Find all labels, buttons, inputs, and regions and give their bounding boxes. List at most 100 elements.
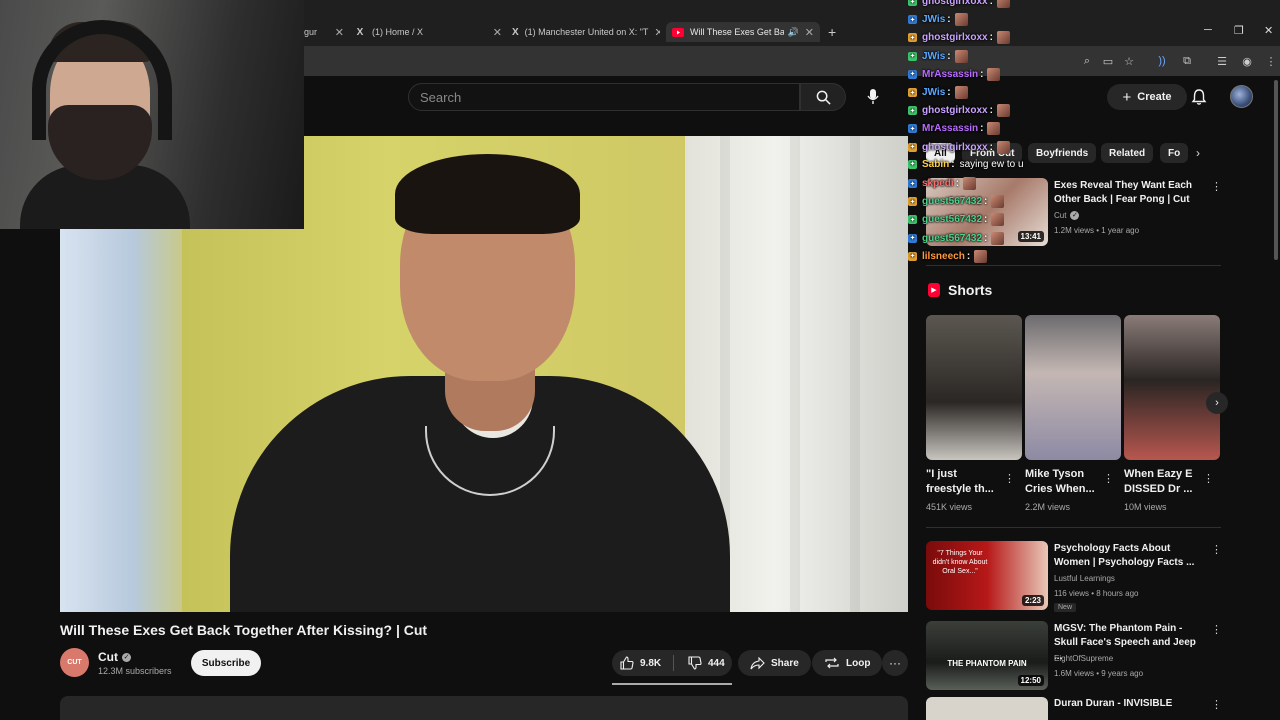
kebab-menu-icon[interactable]: ⋮: [1211, 698, 1222, 711]
chat-username: ghostgirlxoxx: [922, 141, 988, 153]
profile-icon[interactable]: ◉: [1240, 54, 1254, 68]
recommended-title[interactable]: Duran Duran - INVISIBLE: [1054, 697, 1194, 711]
account-avatar[interactable]: [1230, 85, 1253, 108]
chat-username: JWis: [922, 87, 946, 98]
channel-name[interactable]: Cut ✓: [98, 650, 131, 664]
chip-related[interactable]: Related: [1101, 143, 1154, 163]
recommended-thumbnail[interactable]: "7 Things Your didn't know About Oral Se…: [926, 541, 1048, 610]
chevron-right-icon[interactable]: ›: [1196, 146, 1200, 160]
recommended-thumbnail[interactable]: [926, 697, 1048, 720]
chat-message: ✦ MrAssassin :: [908, 122, 1001, 136]
cast-icon[interactable]: ▭: [1101, 54, 1115, 68]
close-icon[interactable]: ✕: [329, 26, 344, 39]
tab-2[interactable]: X (1) Home / X ✕: [354, 22, 502, 42]
recommended-meta: 1.6M views • 9 years ago: [1054, 669, 1144, 678]
speaker-icon[interactable]: 🔊: [788, 27, 799, 38]
page-scrollbar[interactable]: [1274, 80, 1278, 260]
recommended-channel[interactable]: Lustful Learnings: [1054, 571, 1115, 586]
kebab-menu-icon[interactable]: ⋮: [1103, 472, 1114, 485]
chat-username: guest567432: [922, 232, 983, 244]
tab-3[interactable]: X (1) Manchester United on X: "T ✕: [512, 22, 660, 42]
chat-emote-icon: [954, 86, 968, 99]
kebab-menu-icon[interactable]: ⋮: [1211, 623, 1222, 636]
chat-separator: :: [989, 105, 993, 117]
chat-message: ✦ JWis :: [908, 86, 968, 99]
plus-icon: +: [1122, 88, 1132, 106]
minimize-icon[interactable]: ─: [1204, 24, 1212, 36]
chat-username: JWis: [922, 14, 946, 26]
chat-emote-icon: [954, 49, 968, 63]
subscribe-button[interactable]: Subscribe: [191, 650, 261, 676]
chat-emote-icon: [974, 249, 988, 263]
short-title[interactable]: "I just freestyle th...: [926, 467, 1001, 497]
tab-4-active[interactable]: Will These Exes Get Back To 🔊 ✕: [666, 22, 820, 42]
kebab-menu-icon[interactable]: ⋮: [1211, 180, 1222, 193]
chat-emote-icon: [987, 122, 1001, 136]
chat-separator: :: [947, 87, 951, 98]
video-title: Will These Exes Get Back Together After …: [60, 622, 428, 638]
shorts-next-button[interactable]: ›: [1206, 392, 1228, 414]
description-box[interactable]: [60, 696, 908, 720]
search-input[interactable]: Search: [408, 83, 800, 111]
like-divider: [673, 655, 674, 671]
chat-separator: :: [980, 68, 984, 80]
short-thumbnail[interactable]: [926, 315, 1022, 460]
create-button[interactable]: + Create: [1107, 84, 1187, 110]
chat-badge-icon: ✦: [908, 124, 917, 134]
close-icon[interactable]: ✕: [648, 26, 660, 39]
chat-separator: :: [966, 250, 971, 262]
reading-list-icon[interactable]: ☰: [1215, 54, 1229, 68]
kebab-menu-icon[interactable]: ⋮: [1203, 472, 1214, 485]
tab-1[interactable]: gur ✕: [304, 22, 344, 42]
chat-separator: :: [984, 214, 988, 226]
chat-username: Sabin: [922, 158, 950, 170]
like-dislike-group: 9.8K 444: [612, 650, 732, 676]
window-close-icon[interactable]: ✕: [1264, 24, 1273, 37]
recommended-channel[interactable]: Cut ✓: [1054, 208, 1080, 223]
recommended-title[interactable]: Psychology Facts About Women | Psycholog…: [1054, 542, 1199, 570]
short-title[interactable]: When Eazy E DISSED Dr ...: [1124, 467, 1199, 497]
chip-more[interactable]: Fo: [1160, 143, 1189, 163]
search-button[interactable]: [800, 83, 846, 111]
chat-emote-icon: [991, 231, 1005, 245]
voice-search-button[interactable]: [858, 83, 888, 111]
close-icon[interactable]: ✕: [487, 26, 502, 39]
notifications-button[interactable]: [1190, 88, 1208, 106]
extension-audio-icon[interactable]: )): [1155, 54, 1169, 68]
short-title[interactable]: Mike Tyson Cries When...: [1025, 467, 1100, 497]
recommended-channel[interactable]: EightOfSupreme: [1054, 651, 1113, 666]
chip-boyfriends[interactable]: Boyfriends: [1028, 143, 1097, 163]
browser-menu-icon[interactable]: ⋮: [1264, 54, 1278, 68]
short-thumbnail[interactable]: [1025, 315, 1121, 460]
like-button[interactable]: 9.8K: [612, 656, 672, 670]
chat-badge-icon: ✦: [908, 106, 917, 116]
new-badge: New: [1054, 603, 1077, 612]
share-label: Share: [771, 657, 799, 669]
chat-username: MrAssassin: [922, 68, 979, 80]
zoom-icon[interactable]: ⌕: [1080, 54, 1094, 68]
short-thumbnail[interactable]: [1124, 315, 1220, 460]
microphone-icon: [867, 89, 879, 104]
extensions-puzzle-icon[interactable]: ⧉: [1180, 54, 1194, 68]
channel-avatar[interactable]: CUT: [60, 648, 89, 677]
close-icon[interactable]: ✕: [799, 26, 814, 39]
chat-username: skpedi: [922, 178, 954, 189]
chat-username: guest567432: [922, 196, 983, 208]
more-actions-button[interactable]: ···: [882, 650, 908, 676]
kebab-menu-icon[interactable]: ⋮: [1211, 543, 1222, 556]
share-button[interactable]: Share: [738, 650, 811, 676]
recommended-thumbnail[interactable]: THE PHANTOM PAIN 12:50: [926, 621, 1048, 690]
dislike-button[interactable]: 444: [678, 656, 725, 670]
new-tab-button[interactable]: +: [828, 24, 836, 40]
chat-separator: :: [984, 232, 988, 244]
streamer-webcam: [0, 0, 304, 229]
kebab-menu-icon[interactable]: ⋮: [1004, 472, 1015, 485]
maximize-icon[interactable]: ❐: [1234, 24, 1244, 37]
shorts-icon: ▶: [928, 283, 940, 297]
loop-button[interactable]: Loop: [812, 650, 883, 676]
bookmark-star-icon[interactable]: ☆: [1122, 54, 1136, 68]
chat-message: ✦ ghostgirlxoxx :: [908, 0, 1010, 8]
chat-emote-icon: [954, 13, 968, 27]
thumbs-up-icon: [620, 656, 634, 670]
recommended-title[interactable]: Exes Reveal They Want Each Other Back | …: [1054, 179, 1199, 207]
